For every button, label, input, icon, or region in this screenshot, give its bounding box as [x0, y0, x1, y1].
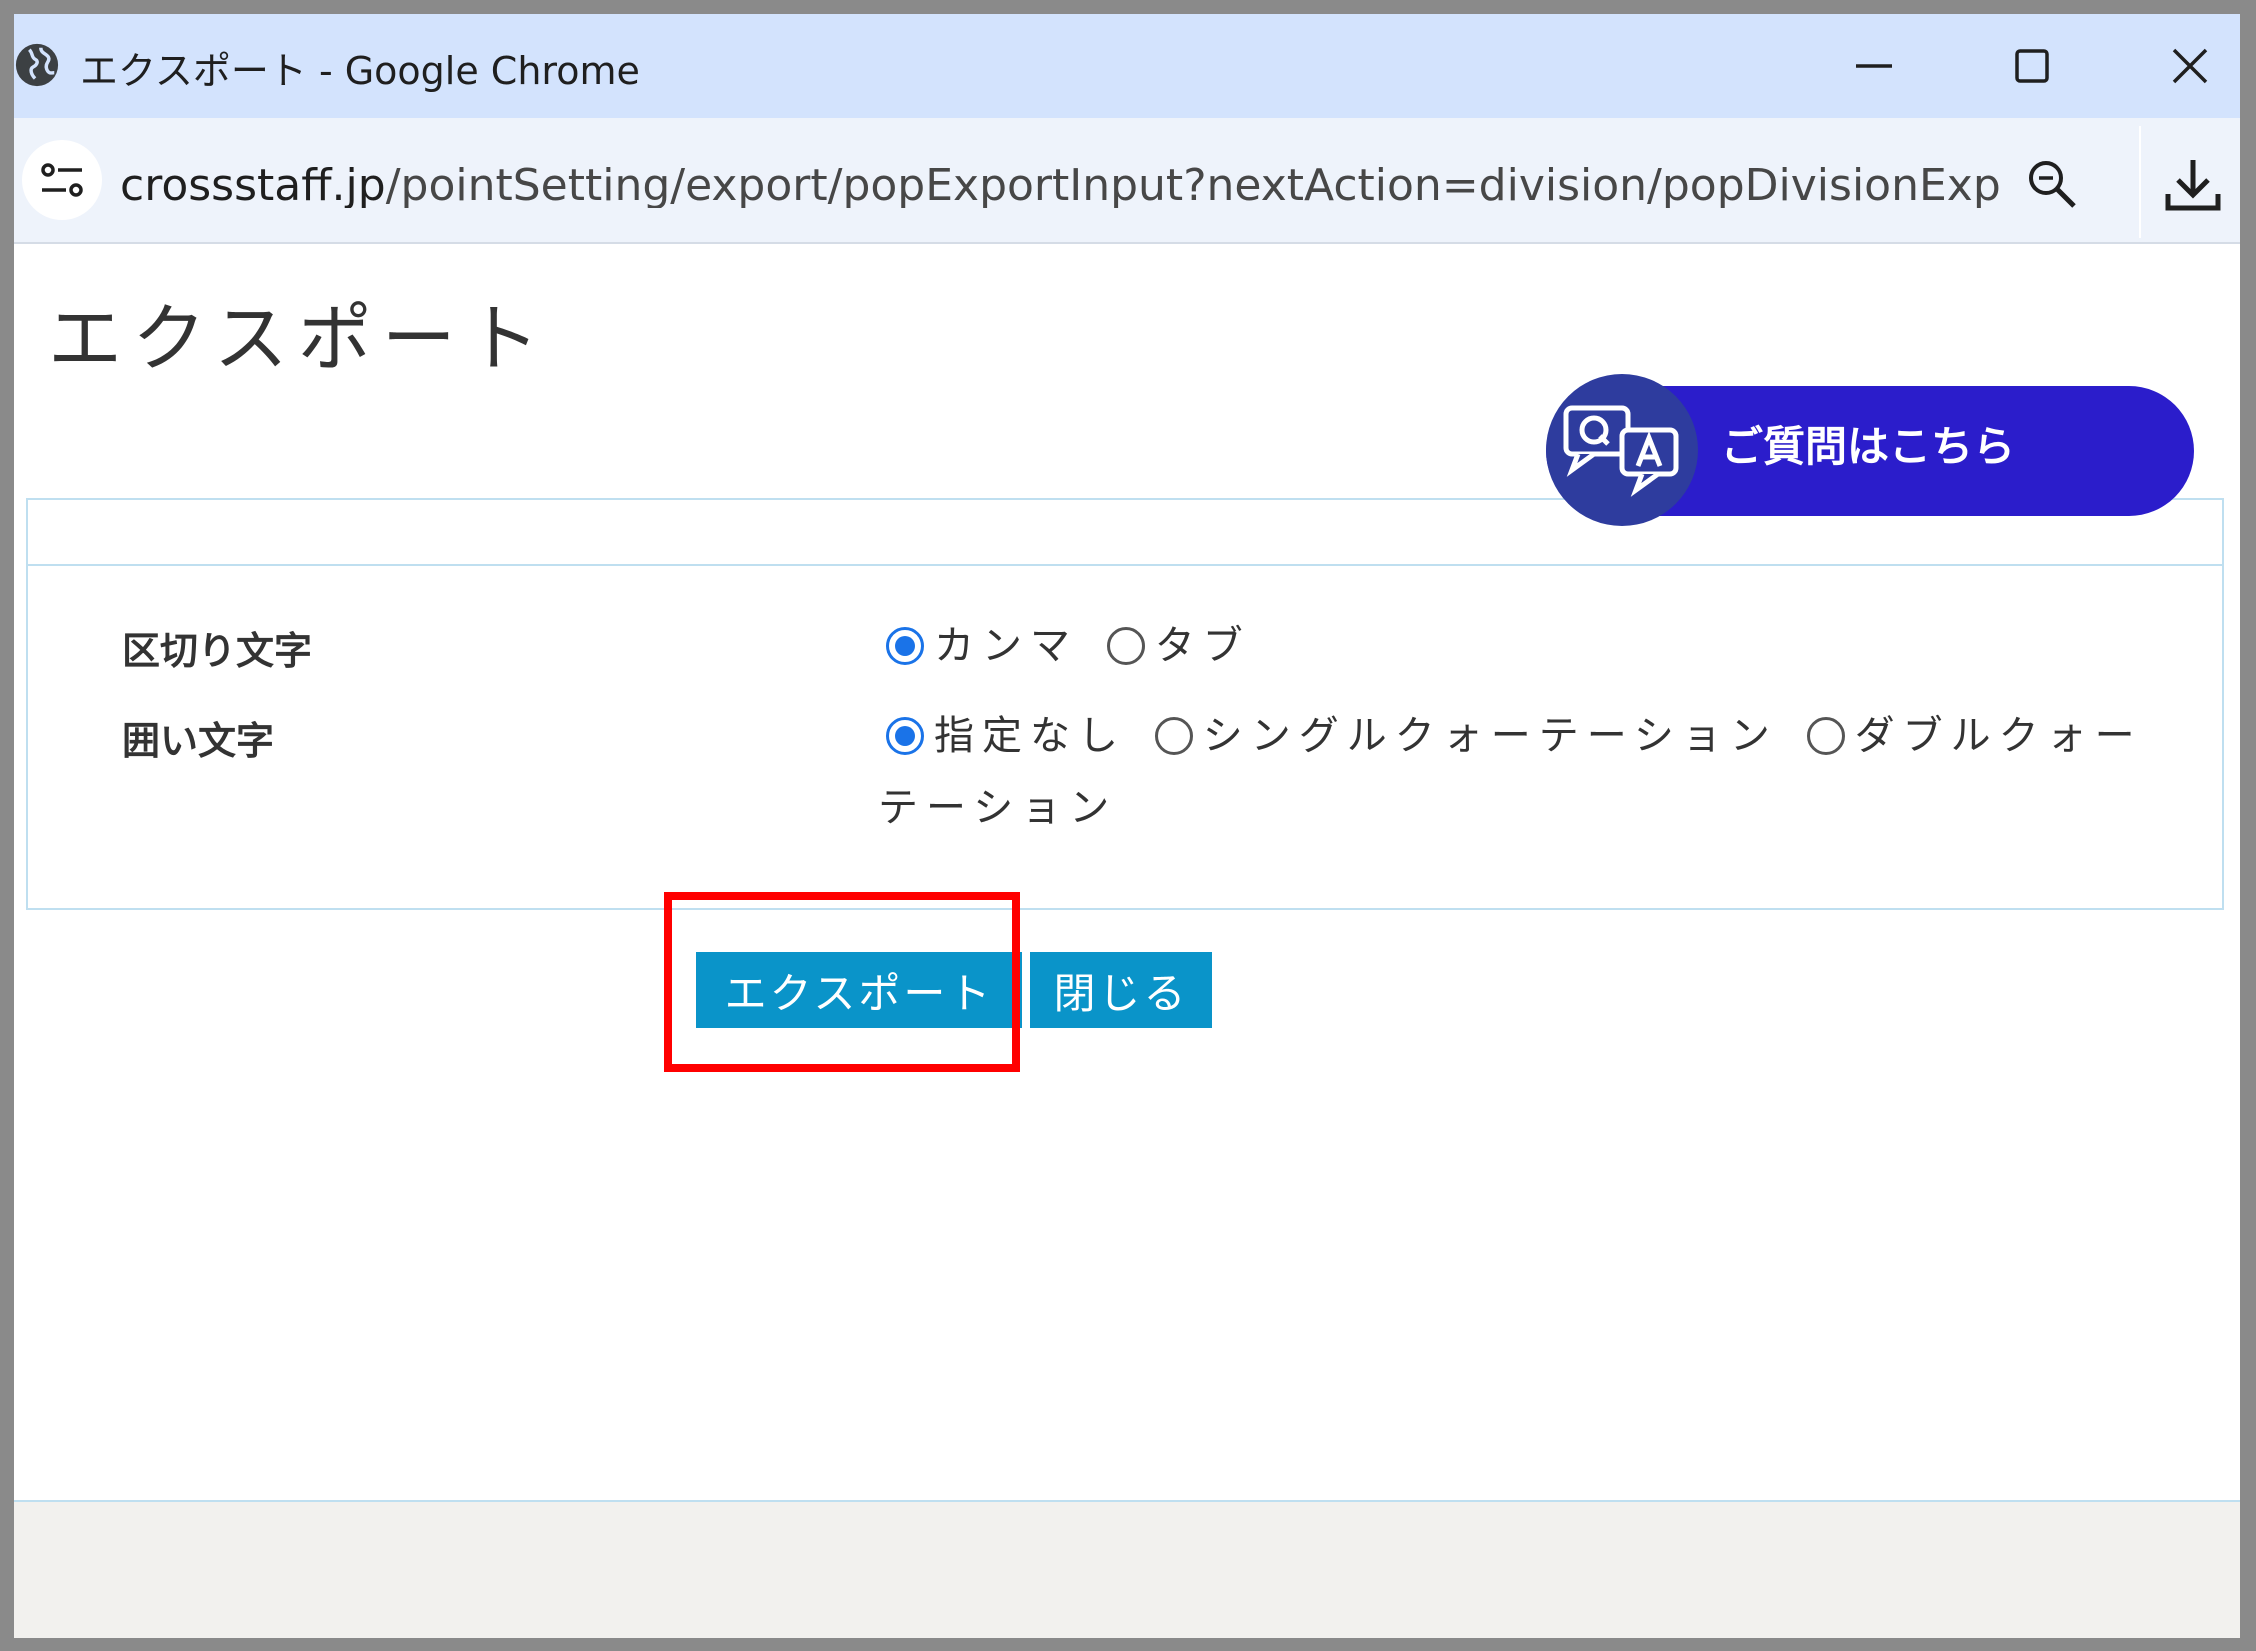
export-settings-panel: 区切り文字 カンマ タブ 囲い文字 指定なし シングルクォーテーション ダブルク…: [26, 498, 2224, 910]
maximize-button[interactable]: [1962, 30, 2102, 102]
globe-icon: [15, 43, 59, 87]
url-path: /pointSetting/export/popExportInput?next…: [385, 164, 2000, 208]
browser-window: エクスポート - Google Chrome crossstaff.jp/poi…: [14, 14, 2240, 1638]
address-divider: [2139, 126, 2141, 238]
url-host: crossstaff.jp: [120, 164, 386, 208]
help-button[interactable]: ご質問はこちら: [1546, 374, 2194, 526]
help-circle: [1546, 374, 1698, 526]
site-info-button[interactable]: [22, 140, 102, 220]
enclosure-options: 指定なし シングルクォーテーション ダブルクォーテーション: [878, 700, 2178, 844]
close-icon: [2172, 48, 2208, 84]
enclosure-option-none[interactable]: 指定なし: [878, 713, 1126, 759]
radio-unchecked-icon[interactable]: [1106, 627, 1145, 665]
radio-unchecked-icon[interactable]: [1154, 717, 1193, 755]
radio-checked-icon[interactable]: [886, 717, 924, 755]
maximize-icon: [2015, 49, 2049, 83]
qa-chat-icon: [1563, 405, 1679, 497]
delimiter-option-tab[interactable]: タブ: [1099, 623, 1251, 669]
radio-checked-icon[interactable]: [886, 627, 924, 665]
minimize-button[interactable]: [1804, 30, 1944, 102]
zoom-icon[interactable]: [2024, 156, 2080, 212]
page-title: エクスポート: [48, 296, 550, 382]
tune-icon: [41, 163, 83, 197]
close-window-button[interactable]: [2120, 30, 2240, 102]
window-title: エクスポート - Google Chrome: [80, 49, 640, 93]
footer: [14, 1502, 2240, 1638]
export-button[interactable]: エクスポート: [696, 952, 1022, 1028]
enclosure-option-single-quote[interactable]: シングルクォーテーション: [1147, 713, 1778, 759]
close-button[interactable]: 閉じる: [1030, 952, 1212, 1028]
delimiter-label: 区切り文字: [122, 629, 313, 673]
enclosure-label: 囲い文字: [122, 719, 275, 763]
delimiter-option-comma[interactable]: カンマ: [878, 623, 1078, 669]
minimize-icon: [1856, 64, 1892, 68]
address-bar: crossstaff.jp/pointSetting/export/popExp…: [14, 118, 2240, 244]
delimiter-options: カンマ タブ: [878, 610, 2178, 682]
page-content: エクスポート 区切り文字 カンマ タブ 囲い文字 指定なし シングルクォーテーシ…: [14, 246, 2240, 1638]
help-button-label: ご質問はこちら: [1721, 422, 2016, 471]
download-icon[interactable]: [2162, 154, 2224, 216]
url-field[interactable]: crossstaff.jp/pointSetting/export/popExp…: [120, 164, 2000, 208]
title-bar: エクスポート - Google Chrome: [14, 14, 2240, 118]
radio-unchecked-icon[interactable]: [1806, 717, 1845, 755]
